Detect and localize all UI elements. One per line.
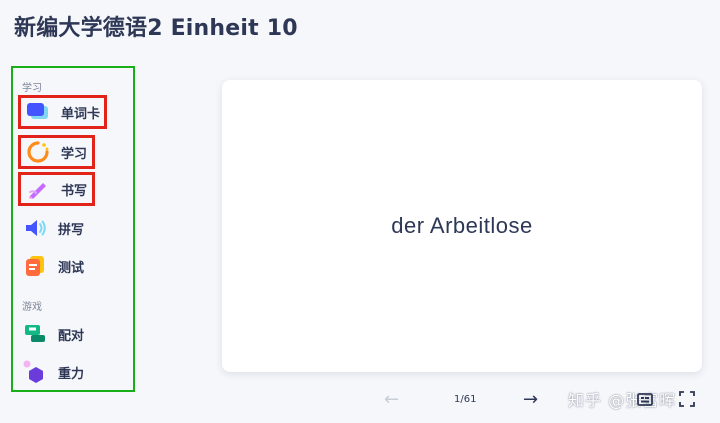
sidebar-item-gravity[interactable]: 重力 xyxy=(18,355,118,389)
sidebar-item-label: 单词卡 xyxy=(61,106,101,122)
card-counter: 1/61 xyxy=(454,393,477,405)
sidebar-item-label: 重力 xyxy=(58,366,85,382)
sidebar-item-flashcards[interactable]: 单词卡 xyxy=(18,95,107,129)
watermark: 知乎 @张富晖 xyxy=(568,391,677,410)
learn-icon xyxy=(25,139,51,165)
card-navigation: ← 1/61 → 知乎 @张富晖 xyxy=(380,388,710,412)
next-card-button[interactable]: → xyxy=(523,388,538,410)
sidebar-item-write[interactable]: 书写 xyxy=(18,172,95,206)
flashcard-term: der Arbeitlose xyxy=(391,213,533,238)
sidebar-item-spell[interactable]: 拼写 xyxy=(18,211,118,245)
page-title: 新编大学德语2 Einheit 10 xyxy=(14,16,298,41)
section-label-study: 学习 xyxy=(22,83,42,94)
fullscreen-icon[interactable] xyxy=(678,388,696,410)
gravity-icon xyxy=(22,359,48,385)
flashcard[interactable]: der Arbeitlose xyxy=(222,80,702,372)
sidebar-item-label: 拼写 xyxy=(58,222,85,238)
study-mode-sidebar: 学习 单词卡 学习 书写 拼写 测试 游戏 配对 重力 xyxy=(11,66,135,392)
match-icon xyxy=(22,321,48,347)
section-label-games: 游戏 xyxy=(22,302,42,313)
write-icon xyxy=(25,176,51,202)
sidebar-item-match[interactable]: 配对 xyxy=(18,317,118,351)
previous-card-button[interactable]: ← xyxy=(384,388,399,410)
sidebar-item-test[interactable]: 测试 xyxy=(18,249,118,283)
test-icon xyxy=(22,253,48,279)
sidebar-item-label: 配对 xyxy=(58,328,85,344)
sidebar-item-label: 书写 xyxy=(61,183,88,199)
sidebar-item-label: 测试 xyxy=(58,260,85,276)
flashcards-icon xyxy=(25,99,51,125)
sidebar-item-learn[interactable]: 学习 xyxy=(18,135,95,169)
spell-icon xyxy=(22,215,48,241)
sidebar-item-label: 学习 xyxy=(61,146,88,162)
shuffle-settings-icon[interactable] xyxy=(636,388,654,410)
